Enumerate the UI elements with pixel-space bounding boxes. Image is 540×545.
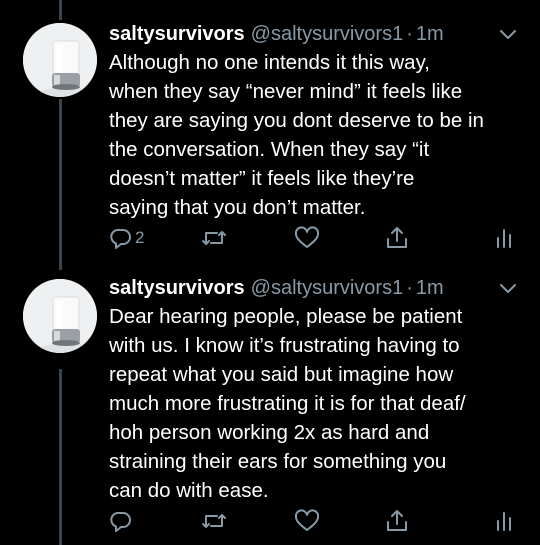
reply-button[interactable]: 2 — [108, 223, 144, 253]
heart-icon — [294, 226, 320, 250]
retweet-icon — [200, 509, 228, 533]
tweet-actions — [0, 506, 540, 536]
tweet-header: saltysurvivors @saltysurvivors1 · 1m — [109, 19, 444, 49]
retweet-icon — [200, 226, 228, 250]
tweet-text: Although no one intends it this way, whe… — [109, 51, 484, 219]
reply-icon — [108, 226, 132, 250]
analytics-button[interactable] — [494, 223, 514, 253]
reply-icon — [108, 509, 132, 533]
avatar[interactable] — [23, 279, 97, 353]
reply-button[interactable] — [108, 506, 135, 536]
heart-icon — [294, 509, 320, 533]
tweet-actions: 2 — [0, 223, 540, 253]
tweet[interactable]: saltysurvivors @saltysurvivors1 · 1m Dear h… — [0, 273, 540, 545]
separator-dot: · — [406, 23, 413, 45]
tweet-header: saltysurvivors @saltysurvivors1 · 1m — [109, 273, 444, 303]
retweet-button[interactable] — [200, 506, 228, 536]
share-button[interactable] — [385, 506, 409, 536]
share-icon — [385, 508, 409, 534]
analytics-icon — [494, 226, 514, 250]
share-icon — [385, 225, 409, 251]
retweet-button[interactable] — [200, 223, 228, 253]
share-button[interactable] — [385, 223, 409, 253]
separator-dot: · — [406, 277, 413, 299]
chevron-down-icon[interactable] — [498, 25, 518, 45]
thread-line-top — [59, 0, 62, 20]
tweet[interactable]: saltysurvivors @saltysurvivors1 · 1m Althou… — [0, 19, 540, 259]
user-handle[interactable]: @saltysurvivors1 — [251, 23, 404, 45]
like-button[interactable] — [294, 223, 320, 253]
avatar[interactable] — [23, 23, 97, 97]
avatar-salt-shaker-image — [23, 23, 97, 97]
avatar-salt-shaker-image — [23, 279, 97, 353]
display-name[interactable]: saltysurvivors — [109, 23, 245, 45]
user-handle[interactable]: @saltysurvivors1 — [251, 277, 404, 299]
tweet-text: Dear hearing people, please be patient w… — [109, 305, 466, 502]
analytics-icon — [494, 509, 514, 533]
like-button[interactable] — [294, 506, 320, 536]
chevron-down-icon[interactable] — [498, 279, 518, 299]
timestamp[interactable]: 1m — [416, 23, 444, 45]
analytics-button[interactable] — [494, 506, 514, 536]
display-name[interactable]: saltysurvivors — [109, 277, 245, 299]
reply-count: 2 — [135, 228, 145, 247]
timestamp[interactable]: 1m — [416, 277, 444, 299]
